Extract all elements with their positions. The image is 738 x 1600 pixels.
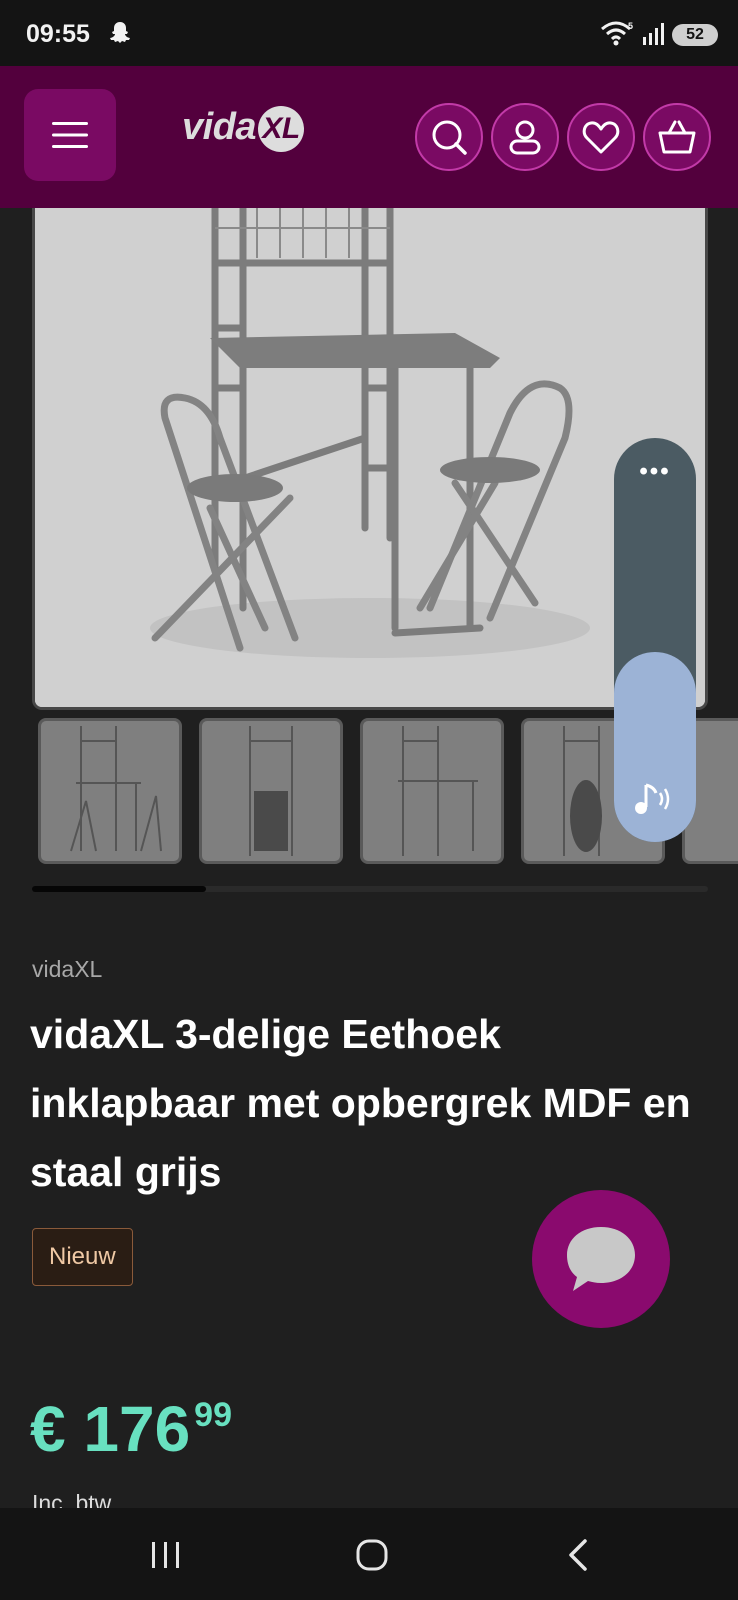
- chat-button[interactable]: [532, 1190, 670, 1328]
- account-button[interactable]: [491, 103, 559, 171]
- home-icon: [356, 1539, 388, 1571]
- gallery-scrollbar[interactable]: [32, 886, 708, 892]
- recent-apps-icon: [152, 1542, 179, 1568]
- product-main-image[interactable]: [32, 208, 708, 710]
- logo-text: vida: [182, 106, 257, 149]
- menu-button[interactable]: [24, 89, 116, 181]
- home-button[interactable]: [342, 1530, 402, 1580]
- thumbnail-1[interactable]: [38, 718, 182, 864]
- product-photo: [35, 208, 705, 707]
- battery-indicator: 52: [672, 24, 718, 46]
- product-title: vidaXL 3-delige Eethoek inklapbaar met o…: [30, 1011, 691, 1195]
- basket-icon: [658, 120, 696, 154]
- network-label: 5: [628, 21, 633, 31]
- heart-icon: [582, 121, 620, 154]
- thumbnail-3[interactable]: [360, 718, 504, 864]
- menu-icon: [52, 122, 88, 148]
- new-badge: Nieuw: [32, 1228, 133, 1286]
- gallery-scrollbar-thumb[interactable]: [32, 886, 206, 892]
- basket-button[interactable]: [643, 103, 711, 171]
- price-main: € 176: [30, 1393, 191, 1465]
- status-time: 09:55: [26, 20, 90, 48]
- back-button[interactable]: [548, 1530, 608, 1580]
- volume-panel[interactable]: •••: [614, 438, 696, 842]
- vidaxl-logo[interactable]: vida XL: [182, 106, 305, 152]
- price-cents: 99: [194, 1396, 232, 1434]
- music-volume-icon: [632, 779, 676, 824]
- status-bar: 09:55 5 52: [0, 0, 738, 66]
- product-price: € 176 99: [30, 1392, 232, 1466]
- volume-slider[interactable]: [614, 652, 696, 842]
- back-icon: [569, 1539, 587, 1571]
- system-nav-bar: [0, 1508, 738, 1600]
- product-brand[interactable]: vidaXL: [32, 956, 102, 983]
- account-icon: [509, 120, 541, 155]
- signal-icon: [642, 22, 666, 51]
- recent-apps-button[interactable]: [136, 1530, 196, 1580]
- chat-bubble-icon: [567, 1227, 635, 1291]
- search-icon: [432, 120, 467, 155]
- wifi-icon: 5: [600, 20, 636, 51]
- search-button[interactable]: [415, 103, 483, 171]
- wishlist-button[interactable]: [567, 103, 635, 171]
- thumbnail-2[interactable]: [199, 718, 343, 864]
- site-header: vida XL: [0, 66, 738, 208]
- more-options-icon[interactable]: •••: [614, 458, 696, 486]
- snapchat-icon: [108, 20, 132, 51]
- logo-mark: XL: [258, 106, 305, 152]
